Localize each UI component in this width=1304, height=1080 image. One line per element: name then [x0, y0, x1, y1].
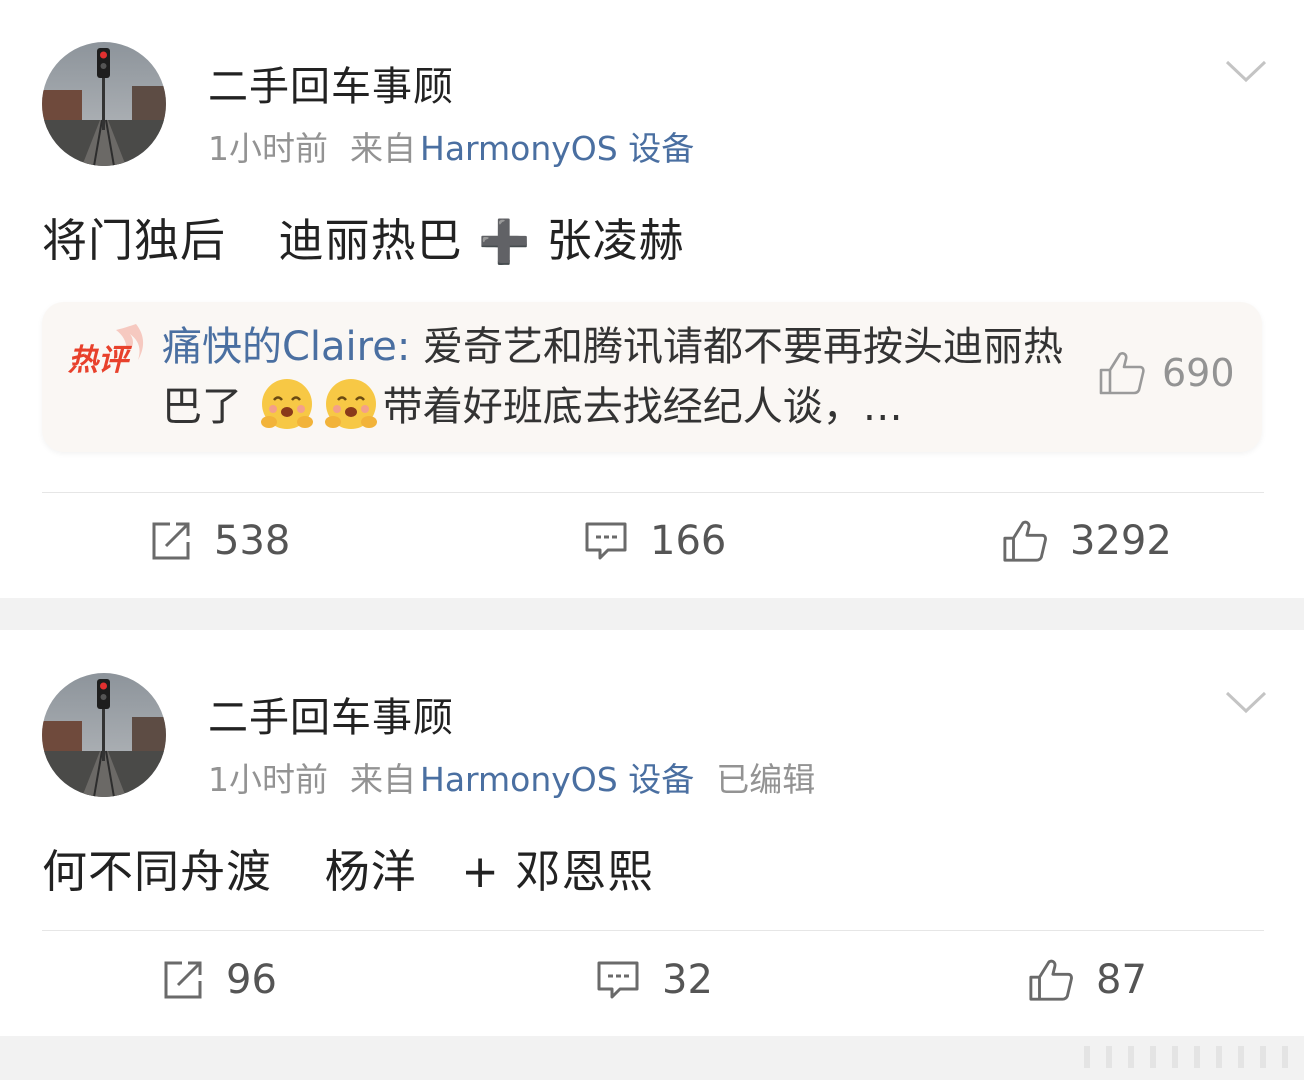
hugging-face-emoji: [324, 379, 377, 429]
comment-icon: [585, 522, 627, 560]
weibo-post: 二手回车事顾 1小时前 来自 HarmonyOS 设备 已编辑 何不同舟渡 杨洋 + …: [0, 630, 1304, 1036]
watermark-stripes: [1084, 1046, 1288, 1068]
post-time: 1小时前: [208, 760, 328, 799]
like-button[interactable]: 3292: [1002, 518, 1172, 564]
thumbs-up-icon: [1029, 959, 1073, 1001]
like-count: 3292: [1070, 518, 1172, 564]
hot-badge-text: 热评: [67, 344, 133, 377]
repost-button[interactable]: 538: [150, 518, 290, 564]
edited-label[interactable]: 已编辑: [716, 760, 815, 799]
post-source[interactable]: HarmonyOS 设备: [420, 129, 694, 168]
chevron-down-icon[interactable]: [1224, 689, 1268, 715]
thumbs-up-icon: [1003, 520, 1047, 562]
post-source[interactable]: HarmonyOS 设备: [420, 760, 694, 799]
comment-count: 32: [662, 957, 713, 1003]
post-time: 1小时前: [208, 129, 328, 168]
comment-count: 166: [650, 518, 727, 564]
repost-count: 96: [226, 957, 277, 1003]
hot-comment-body-rest: 带着好班底去找经纪人谈，…: [382, 384, 903, 430]
content-part: 张凌赫: [546, 214, 685, 267]
repost-button[interactable]: 96: [162, 957, 277, 1003]
content-part: 迪丽热巴: [278, 214, 463, 267]
thumbs-up-icon: [1099, 352, 1145, 395]
weibo-post: 二手回车事顾 1小时前 来自 HarmonyOS 设备 将门独后 迪丽热巴 ➕ 张凌…: [0, 0, 1304, 598]
hot-comment-like-button[interactable]: 690: [1098, 350, 1235, 396]
chevron-down-icon[interactable]: [1224, 58, 1268, 84]
hugging-face-emoji: [260, 379, 313, 429]
plus-icon: ➕: [477, 217, 532, 266]
comment-button[interactable]: 166: [584, 518, 726, 564]
repost-icon: [164, 961, 202, 999]
content-part: 何不同舟渡: [42, 845, 273, 898]
hot-comment-like-count: 690: [1162, 351, 1235, 395]
repost-icon: [152, 522, 190, 560]
username[interactable]: 二手回车事顾: [208, 685, 454, 743]
from-label: 来自: [350, 129, 416, 168]
username[interactable]: 二手回车事顾: [208, 54, 454, 112]
divider: [42, 930, 1264, 931]
from-label: 来自: [350, 760, 416, 799]
like-count: 87: [1096, 957, 1147, 1003]
hot-comment-author[interactable]: 痛快的Claire:: [162, 324, 410, 370]
comment-icon: [597, 961, 639, 999]
hot-comment-badge: 热评: [67, 324, 144, 377]
plus-sign: +: [461, 845, 500, 898]
post-content: 将门独后 迪丽热巴 ➕ 张凌赫: [42, 204, 685, 269]
content-part: 邓恩熙: [515, 845, 654, 898]
post-meta: 1小时前 来自 HarmonyOS 设备: [208, 122, 694, 170]
content-part: 将门独后: [42, 214, 227, 267]
user-avatar[interactable]: [42, 673, 166, 797]
content-part: 杨洋: [324, 845, 417, 898]
hot-comment-text: 痛快的Claire: 爱奇艺和腾讯请都不要再按头迪丽热巴了 带着好班底去找经纪人…: [162, 318, 1072, 436]
post-content: 何不同舟渡 杨洋 + 邓恩熙: [42, 835, 653, 900]
divider: [42, 492, 1264, 493]
hot-comment-card[interactable]: 热评 痛快的Claire: 爱奇艺和腾讯请都不要再按头迪丽热巴了 带着好班底去找…: [42, 302, 1262, 452]
user-avatar[interactable]: [42, 42, 166, 166]
like-button[interactable]: 87: [1028, 957, 1147, 1003]
repost-count: 538: [214, 518, 291, 564]
comment-button[interactable]: 32: [596, 957, 713, 1003]
post-meta: 1小时前 来自 HarmonyOS 设备 已编辑: [208, 753, 815, 801]
